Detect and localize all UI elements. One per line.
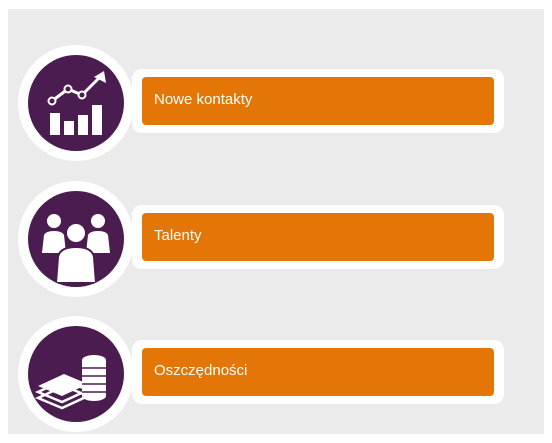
icon-ring (18, 181, 134, 297)
benefit-card: Oszczędności (132, 340, 504, 404)
benefit-row-talents: Talenty (8, 181, 544, 301)
icon-ring (18, 45, 134, 161)
benefit-card: Nowe kontakty (132, 69, 504, 133)
benefits-panel: Nowe kontakty Talenty Oszczędności (8, 9, 544, 434)
growth-chart-icon (28, 55, 124, 151)
benefit-card: Talenty (132, 205, 504, 269)
coin-stack-icon (28, 326, 124, 422)
benefit-label: Oszczędności (154, 362, 248, 379)
benefit-row-new-contacts: Nowe kontakty (8, 45, 544, 165)
benefit-button-new-contacts[interactable]: Nowe kontakty (142, 77, 494, 125)
benefit-row-savings: Oszczędności (8, 316, 544, 436)
people-group-icon (28, 191, 124, 287)
benefit-label: Talenty (154, 227, 202, 244)
benefit-button-savings[interactable]: Oszczędności (142, 348, 494, 396)
benefit-button-talents[interactable]: Talenty (142, 213, 494, 261)
benefit-label: Nowe kontakty (154, 91, 253, 108)
icon-ring (18, 316, 134, 432)
